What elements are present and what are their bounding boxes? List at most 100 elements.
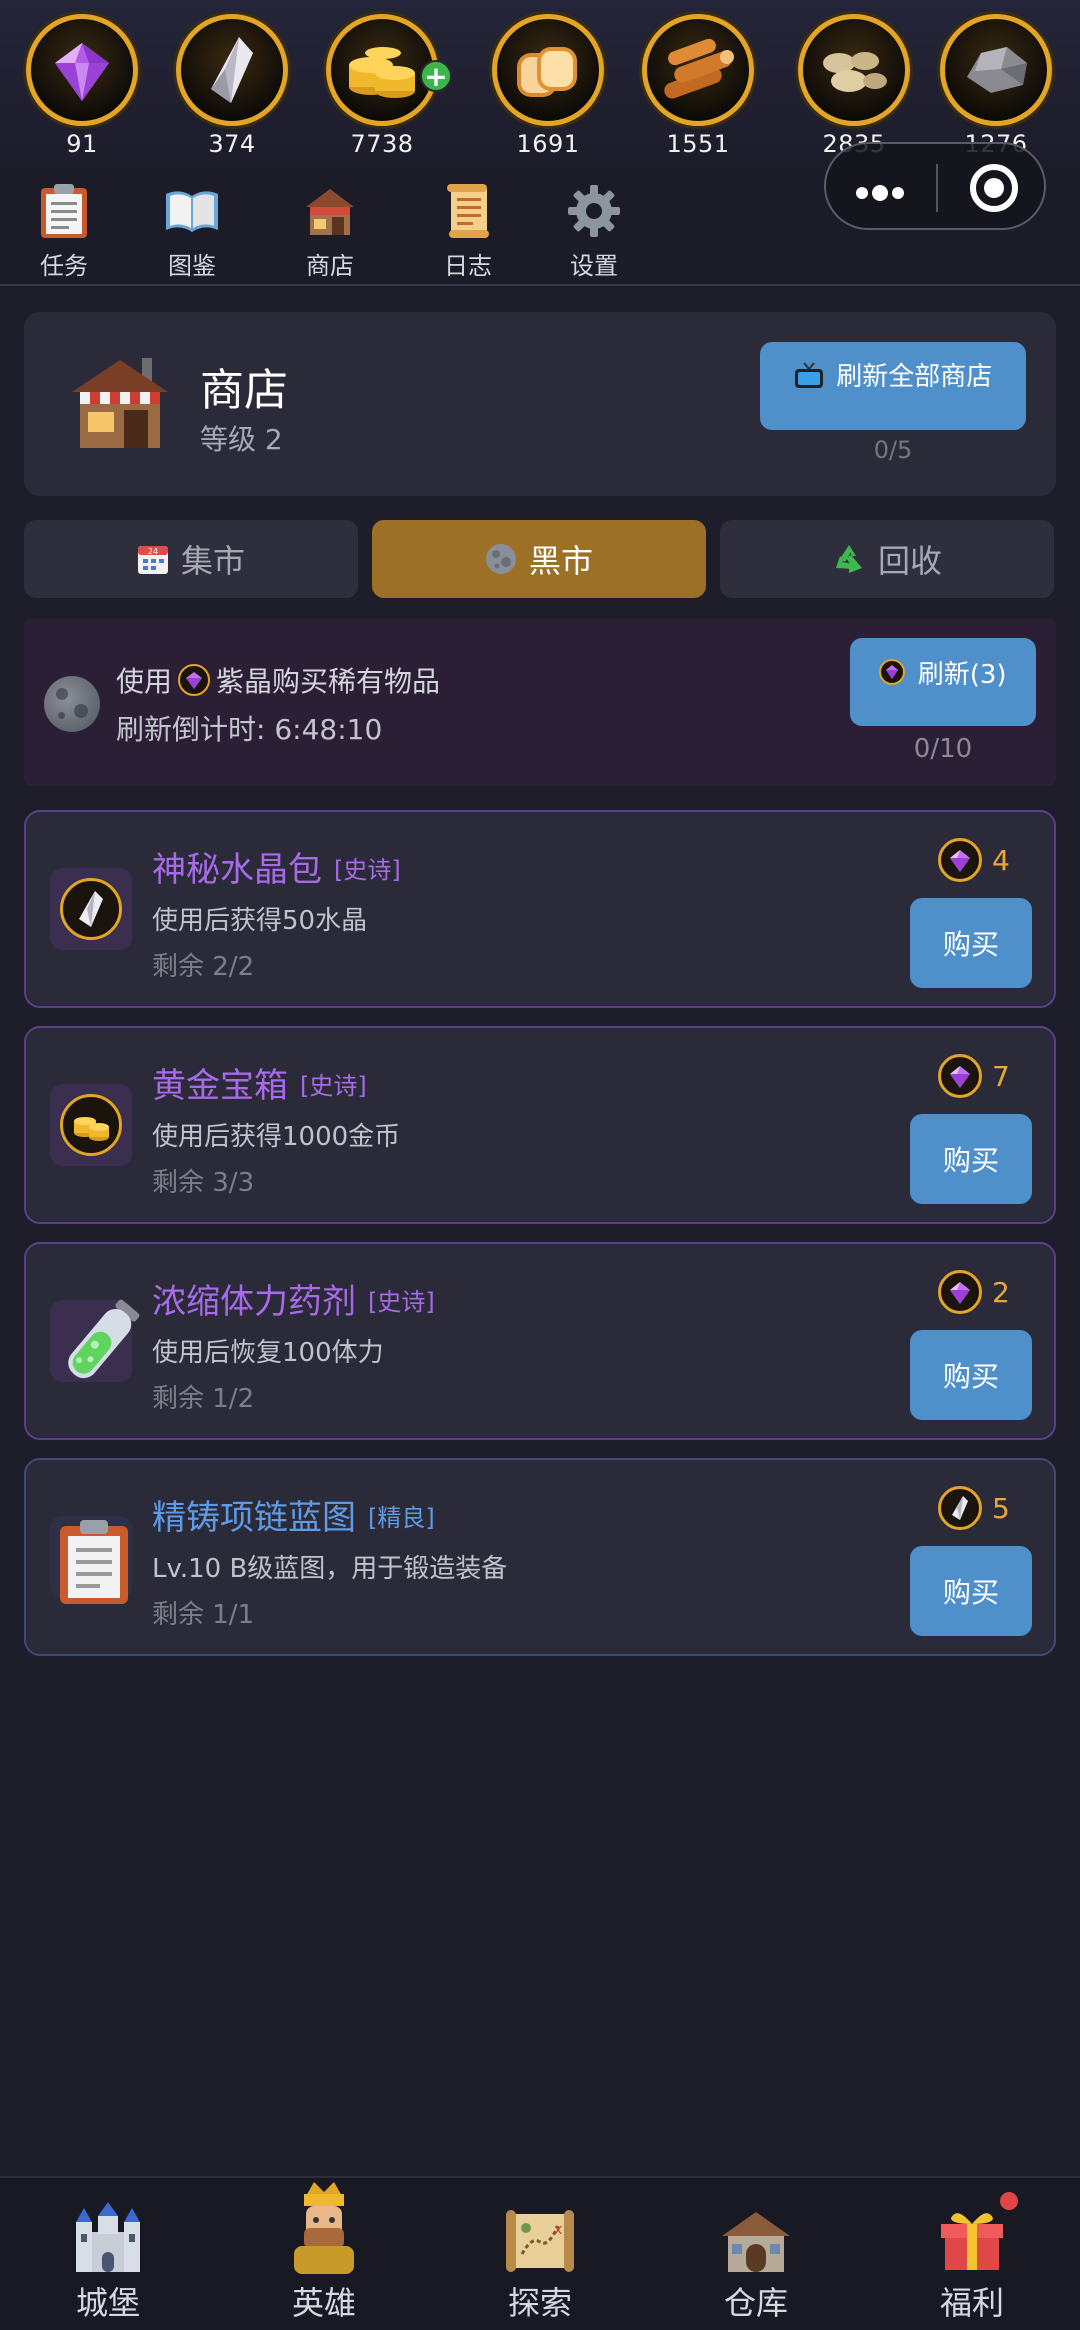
menu-label: 任务 xyxy=(40,252,88,280)
shop-icon xyxy=(280,180,380,242)
map-icon: x xyxy=(470,2188,610,2274)
resource-crystal[interactable]: 374 xyxy=(172,14,292,158)
resource-purple-crystal[interactable]: 91 xyxy=(22,14,142,158)
resource-stone[interactable]: 2835 xyxy=(794,14,914,158)
price-value: 7 xyxy=(992,1059,1010,1093)
moon-icon xyxy=(44,676,100,732)
tab-label: 集市 xyxy=(180,542,245,580)
refresh-countdown: 刷新倒计时: 6:48:10 xyxy=(116,713,383,746)
tab-recycle[interactable]: 回收 xyxy=(720,520,1054,598)
svg-text:x: x xyxy=(554,2222,562,2238)
miniprogram-capsule xyxy=(824,142,1046,230)
resource-wood[interactable]: 1551 xyxy=(638,14,758,158)
menu-item-settings[interactable]: 设置 xyxy=(544,180,644,281)
crystal-icon xyxy=(176,14,288,126)
black-market-refresh-button[interactable]: 刷新(3) xyxy=(850,638,1036,726)
black-market-banner: 使用 紫晶购买稀有物品 刷新倒计时: 6:48:10 刷新(3) 0/10 xyxy=(24,618,1056,786)
calendar-icon: 24 xyxy=(137,543,169,575)
menu-label: 图鉴 xyxy=(168,252,216,280)
resource-value: 374 xyxy=(208,130,256,158)
item-icon-box xyxy=(50,868,132,950)
nav-label: 城堡 xyxy=(75,2284,140,2322)
add-gold-button[interactable]: + xyxy=(420,60,452,92)
nav-label: 探索 xyxy=(507,2284,572,2322)
tv-icon xyxy=(794,361,824,396)
warehouse-icon xyxy=(686,2188,826,2274)
tab-black-market[interactable]: 黑市 xyxy=(372,520,706,598)
resource-iron-ore[interactable]: 1276 xyxy=(936,14,1056,158)
bottom-nav: 城堡 英雄 x 探索 仓库 福利 xyxy=(0,2176,1080,2330)
rarity-tag: [史诗] xyxy=(334,856,401,884)
rarity-tag: [史诗] xyxy=(368,1288,435,1316)
shop-level: 等级 2 xyxy=(200,423,283,456)
shop-item-card: 神秘水晶包 [史诗] 使用后获得50水晶 剩余 2/2 4 购买 xyxy=(24,810,1056,1008)
purple-crystal-icon xyxy=(879,659,906,685)
nav-item-warehouse[interactable]: 仓库 xyxy=(686,2188,826,2324)
refresh-all-count: 0/5 xyxy=(873,436,913,464)
price-value: 2 xyxy=(992,1275,1010,1309)
item-name: 浓缩体力药剂 [史诗] xyxy=(152,1282,435,1322)
refresh-all-shops-button[interactable]: 刷新全部商店 xyxy=(760,342,1026,430)
item-name: 精铸项链蓝图 [精良] xyxy=(152,1498,435,1538)
menu-item-tasks[interactable]: 任务 xyxy=(14,180,114,281)
purple-crystal-icon xyxy=(938,1270,982,1314)
close-miniprogram-icon[interactable] xyxy=(970,164,1018,212)
item-description: 使用后获得1000金币 xyxy=(152,1122,401,1152)
menu-item-log[interactable]: 日志 xyxy=(418,180,518,281)
crystal-icon xyxy=(938,1486,982,1530)
resource-gold[interactable]: + 7738 xyxy=(322,14,452,158)
castle-icon xyxy=(38,2188,178,2274)
resource-value: 7738 xyxy=(350,130,414,158)
refresh-count: 0/10 xyxy=(913,734,973,764)
refresh-all-label: 刷新全部商店 xyxy=(836,362,993,392)
item-icon-box xyxy=(50,1084,132,1166)
buy-button[interactable]: 购买 xyxy=(910,898,1032,988)
stone-icon xyxy=(798,14,910,126)
divider xyxy=(936,164,938,212)
bread-icon xyxy=(492,14,604,126)
crystal-icon xyxy=(60,878,122,940)
tab-label: 回收 xyxy=(877,542,942,580)
gold-coins-icon xyxy=(60,1094,122,1156)
book-icon xyxy=(142,180,242,242)
clipboard-icon xyxy=(14,180,114,242)
menu-item-codex[interactable]: 图鉴 xyxy=(142,180,242,281)
item-icon-box xyxy=(50,1516,132,1604)
rarity-tag: [精良] xyxy=(368,1504,435,1532)
page-title: 商店 xyxy=(200,365,288,416)
item-name: 黄金宝箱 [史诗] xyxy=(152,1066,367,1106)
menu-label: 日志 xyxy=(444,252,492,280)
buy-button[interactable]: 购买 xyxy=(910,1546,1032,1636)
menu-item-shop[interactable]: 商店 xyxy=(280,180,380,281)
black-market-info: 使用 紫晶购买稀有物品 xyxy=(116,660,440,700)
recycle-icon xyxy=(832,542,866,576)
info-suffix: 紫晶购买稀有物品 xyxy=(216,665,441,698)
purple-crystal-icon xyxy=(178,664,211,696)
menu-label: 商店 xyxy=(306,252,354,280)
nav-item-welfare[interactable]: 福利 xyxy=(902,2188,1042,2324)
scroll-icon xyxy=(418,180,518,242)
nav-item-castle[interactable]: 城堡 xyxy=(38,2188,178,2324)
more-icon[interactable] xyxy=(856,182,908,201)
resource-bread[interactable]: 1691 xyxy=(488,14,608,158)
blueprint-icon xyxy=(56,1516,132,1610)
price-value: 4 xyxy=(992,843,1010,877)
buy-button[interactable]: 购买 xyxy=(910,1330,1032,1420)
notification-dot xyxy=(1000,2192,1018,2210)
item-icon-box xyxy=(50,1299,140,1382)
item-price: 2 xyxy=(938,1270,1010,1314)
iron-ore-icon xyxy=(940,14,1052,126)
nav-item-hero[interactable]: 英雄 xyxy=(254,2182,394,2324)
tab-market[interactable]: 24 集市 xyxy=(24,520,358,598)
buy-button[interactable]: 购买 xyxy=(910,1114,1032,1204)
item-remaining: 剩余 3/3 xyxy=(152,1168,255,1198)
info-prefix: 使用 xyxy=(116,665,173,698)
purple-crystal-icon xyxy=(26,14,138,126)
item-remaining: 剩余 1/1 xyxy=(152,1600,255,1630)
gift-icon xyxy=(902,2188,1042,2274)
rarity-tag: [史诗] xyxy=(300,1072,367,1100)
shop-item-card: 浓缩体力药剂 [史诗] 使用后恢复100体力 剩余 1/2 2 购买 xyxy=(24,1242,1056,1440)
item-name: 神秘水晶包 [史诗] xyxy=(152,850,401,890)
wood-icon xyxy=(642,14,754,126)
nav-item-explore[interactable]: x 探索 xyxy=(470,2188,610,2324)
